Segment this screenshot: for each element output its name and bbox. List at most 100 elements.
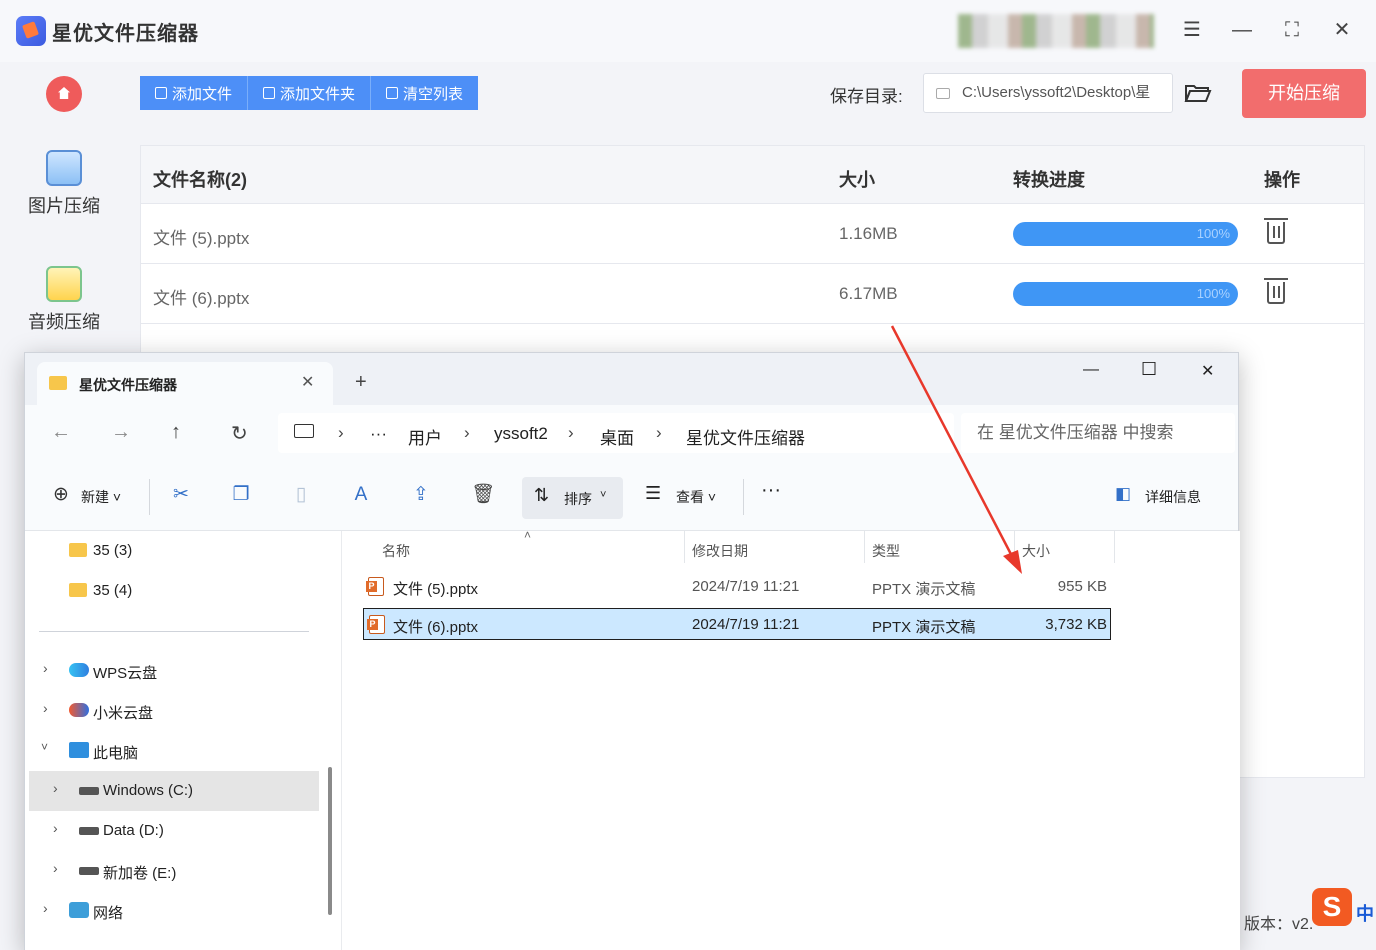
file-type: PPTX 演示文稿	[872, 581, 976, 598]
details-pane-icon[interactable]: ◧	[1115, 484, 1131, 504]
paste-icon[interactable]: ▯	[291, 485, 311, 505]
breadcrumb-users[interactable]: 用户	[408, 424, 442, 449]
start-compress-button[interactable]: 开始压缩	[1242, 69, 1366, 118]
file-row[interactable]: 文件 (5).pptx 2024/7/19 11:21 PPTX 演示文稿 95…	[363, 571, 1111, 603]
file-size: 6.17MB	[839, 284, 898, 303]
chevron-right-icon[interactable]: ›	[53, 860, 58, 876]
nav-scrollbar[interactable]	[328, 767, 332, 915]
back-arrow-icon[interactable]: ←	[51, 421, 71, 444]
nav-item-drive-e[interactable]: › 新加卷 (E:)	[25, 851, 325, 891]
pptx-file-icon	[367, 615, 385, 634]
progress-bar: 100%	[1013, 282, 1238, 306]
minimize-icon[interactable]: —	[1083, 361, 1099, 379]
add-file-button[interactable]: 添加文件	[140, 76, 249, 110]
pptx-file-icon	[366, 577, 384, 596]
nav-item-folder[interactable]: 35 (3)	[25, 531, 325, 571]
column-divider[interactable]	[684, 531, 685, 563]
view-button[interactable]: 查看 ˅	[676, 487, 716, 507]
nav-item-folder[interactable]: 35 (4)	[25, 571, 325, 611]
table-row[interactable]: 文件 (5).pptx 1.16MB 100%	[141, 204, 1364, 264]
table-row[interactable]: 文件 (6).pptx 6.17MB 100%	[141, 264, 1364, 324]
maximize-icon[interactable]: ☐	[1141, 359, 1157, 380]
sort-label: 排序	[564, 491, 592, 507]
nav-item-label: 新加卷 (E:)	[103, 865, 177, 882]
explorer-tab[interactable]: 星优文件压缩器 ✕	[37, 362, 333, 405]
save-dir-input[interactable]: C:\Users\yssoft2\Desktop\星	[923, 73, 1173, 113]
close-icon[interactable]: ✕	[1330, 18, 1354, 42]
add-folder-button[interactable]: 添加文件夹	[248, 76, 372, 110]
up-arrow-icon[interactable]: ↑	[171, 421, 181, 444]
folder-icon	[69, 543, 87, 557]
nav-item-mi-cloud[interactable]: › 小米云盘	[25, 691, 325, 731]
network-icon	[69, 902, 89, 918]
maximize-icon[interactable]: ⛶	[1280, 18, 1304, 42]
nav-divider	[39, 631, 309, 632]
progress-bar: 100%	[1013, 222, 1238, 246]
home-icon[interactable]	[46, 76, 82, 112]
column-header-size[interactable]: 大小	[1022, 541, 1050, 561]
search-input[interactable]: 在 星优文件压缩器 中搜索	[961, 413, 1235, 453]
delete-icon[interactable]	[1264, 278, 1288, 304]
details-button[interactable]: 详细信息	[1145, 487, 1201, 507]
new-plus-icon[interactable]: ⊕	[51, 485, 71, 505]
chevron-right-icon[interactable]: ›	[43, 660, 48, 676]
share-icon[interactable]: ⇪	[411, 485, 431, 505]
tab-close-icon[interactable]: ✕	[301, 372, 314, 392]
view-list-icon[interactable]: ☰	[645, 483, 661, 504]
breadcrumb-app-folder[interactable]: 星优文件压缩器	[686, 424, 805, 449]
settings-icon[interactable]: ☰	[1180, 18, 1204, 42]
delete-icon[interactable]: 🗑	[471, 485, 495, 505]
breadcrumb-yssoft2[interactable]: yssoft2	[494, 424, 548, 444]
clear-list-button[interactable]: 清空列表	[371, 76, 479, 110]
column-divider[interactable]	[1114, 531, 1115, 563]
computer-icon	[69, 742, 89, 758]
nav-item-drive-c[interactable]: › Windows (C:)	[29, 771, 319, 811]
file-name: 文件 (5).pptx	[153, 229, 250, 248]
column-header-type[interactable]: 类型	[872, 541, 900, 561]
ime-logo-icon[interactable]: S	[1312, 888, 1352, 926]
chevron-right-icon: ›	[568, 423, 574, 442]
nav-item-drive-d[interactable]: › Data (D:)	[25, 811, 325, 851]
column-divider[interactable]	[1014, 531, 1015, 563]
chevron-right-icon[interactable]: ›	[43, 700, 48, 716]
copy-icon[interactable]: ❐	[231, 485, 251, 505]
nav-item-this-pc[interactable]: ˅ 此电脑	[25, 731, 325, 771]
chevron-right-icon[interactable]: ›	[43, 900, 48, 916]
column-header-date[interactable]: 修改日期	[692, 541, 748, 561]
nav-item-label: 小米云盘	[93, 705, 154, 722]
column-divider[interactable]	[864, 531, 865, 563]
column-header-name[interactable]: 名称	[382, 541, 410, 561]
refresh-icon[interactable]: ↻	[231, 421, 248, 446]
more-options-icon[interactable]: ···	[761, 479, 781, 502]
chevron-down-icon[interactable]: ˅	[41, 740, 48, 754]
breadcrumb-more[interactable]: ···	[370, 424, 387, 444]
sidebar-item-image[interactable]: 图片压缩	[8, 150, 120, 218]
nav-item-label: WPS云盘	[93, 665, 158, 682]
ime-mode-indicator[interactable]: 中	[1356, 900, 1374, 926]
chevron-right-icon[interactable]: ›	[53, 820, 58, 836]
sort-button[interactable]: ⇅ 排序 ˅	[522, 477, 623, 519]
address-bar[interactable]: › ··· 用户 › yssoft2 › 桌面 › 星优文件压缩器	[278, 413, 954, 453]
view-label: 查看	[676, 489, 704, 505]
nav-item-network[interactable]: › 网络	[25, 891, 325, 931]
user-avatar-blurred[interactable]	[958, 14, 1154, 48]
close-icon[interactable]: ✕	[1201, 361, 1214, 381]
minimize-icon[interactable]: —	[1230, 18, 1254, 42]
sidebar-item-audio[interactable]: 音频压缩	[8, 266, 120, 334]
cut-icon[interactable]: ✂	[171, 485, 191, 505]
delete-icon[interactable]	[1264, 218, 1288, 244]
forward-arrow-icon[interactable]: →	[111, 421, 131, 444]
new-button[interactable]: 新建 ˅	[81, 487, 121, 507]
file-row-selected[interactable]: 文件 (6).pptx 2024/7/19 11:21 PPTX 演示文稿 3,…	[363, 608, 1111, 640]
chevron-right-icon[interactable]: ›	[53, 780, 58, 796]
open-folder-icon[interactable]	[1184, 82, 1212, 104]
app-titlebar: 星优文件压缩器 ☰ — ⛶ ✕	[0, 0, 1376, 62]
nav-item-wps-cloud[interactable]: › WPS云盘	[25, 651, 325, 691]
chevron-right-icon: ›	[656, 423, 662, 442]
file-toolbar: 添加文件 添加文件夹 清空列表	[140, 76, 479, 110]
file-explorer-window: 星优文件压缩器 ✕ + — ☐ ✕ ← → ↑ ↻ › ··· 用户 › yss…	[24, 352, 1240, 950]
nav-item-label: 35 (4)	[93, 582, 133, 599]
breadcrumb-desktop[interactable]: 桌面	[600, 424, 634, 449]
new-tab-icon[interactable]: +	[355, 371, 367, 394]
rename-icon[interactable]: A	[351, 485, 371, 505]
